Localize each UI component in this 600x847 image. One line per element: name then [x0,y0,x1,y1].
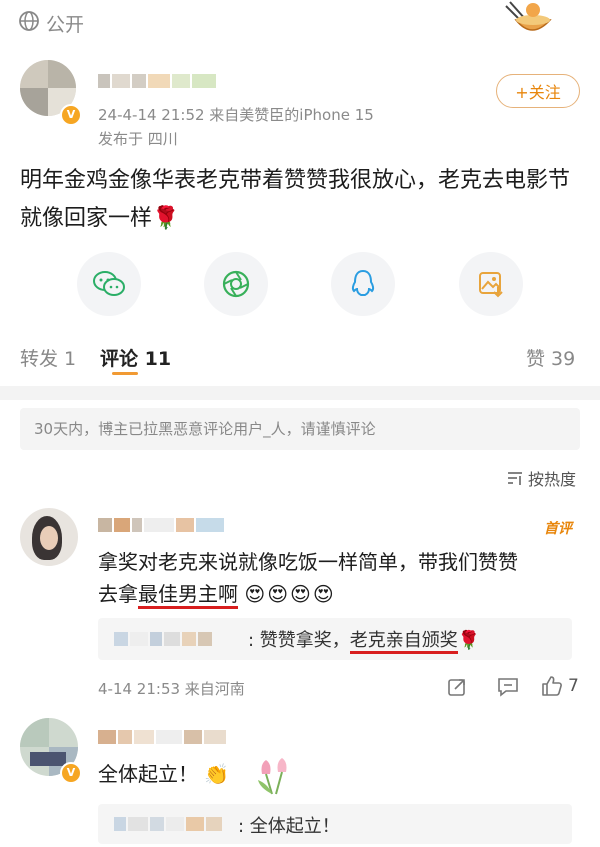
comment-1-text: 拿奖对老克来说就像吃饭一样简单，带我们赞赞 去拿最佳男主啊 😍😍😍😍 [98,546,588,610]
comment-1-line-2: 去拿最佳男主啊 😍😍😍😍 [98,578,588,610]
noodle-bowl-sticker [498,0,558,40]
tab-active-indicator [112,372,138,375]
comment-2-text-content: 全体起立！ [98,762,198,786]
verified-badge-icon: V [60,104,82,126]
reply-icon[interactable] [496,676,520,698]
comment-1-line-1: 拿奖对老克来说就像吃饭一样简单，带我们赞赞 [98,550,518,574]
reply-author-blurred [114,632,212,646]
like-count: 7 [568,676,579,696]
comment-2-reply-separator: : [238,816,250,837]
post-location: 发布于 四川 [98,130,178,148]
tulip-sticker [250,752,298,800]
sort-by-hot-button[interactable]: 按热度 [506,466,576,490]
thumbs-up-icon [542,676,562,696]
qq-icon[interactable] [331,252,395,316]
comment-1-line-2-prefix: 去拿 [98,582,138,606]
comment-notice-text: 30天内，博主已拉黑恶意评论用户_人，请谨慎评论 [34,420,376,438]
tab-repost-label: 转发 1 [20,348,77,370]
post-text: 明年金鸡金像华表老克带着赞赞我很放心，老克去电影节就像回家一样🌹 [20,162,586,238]
like-button[interactable]: 7 [540,674,579,698]
sort-label: 按热度 [528,470,577,489]
comment-2-text: 全体起立！ 👏 [98,758,229,790]
comment-2-reply-author-blurred [114,817,222,831]
globe-icon [19,11,39,31]
share-comment-icon[interactable] [446,676,468,698]
section-divider [0,386,600,400]
comment-1-author-blurred[interactable] [98,518,224,532]
post-meta: 24-4-14 21:52 来自美赞臣的iPhone 15 [98,106,374,124]
tab-comments-label: 评论 11 [100,348,172,370]
visibility-label[interactable]: 公开 [46,10,84,37]
comment-notice: 30天内，博主已拉黑恶意评论用户_人，请谨慎评论 [20,408,580,450]
comment-2-reply-text: : 全体起立！ [238,812,340,838]
comment-1-avatar[interactable] [20,508,78,566]
tab-likes[interactable]: 赞 39 [526,344,575,371]
save-image-icon[interactable] [459,252,523,316]
comment-1-meta: 4-14 21:53 来自河南 [98,680,245,698]
post-author-name-blurred[interactable] [98,74,216,88]
clap-emoji: 👏 [204,762,230,786]
comment-2-reply-content: 全体起立！ [249,816,340,837]
tab-comments[interactable]: 评论 11 [100,344,171,371]
reply-highlight: 老克亲自颁奖 [349,630,458,654]
tab-likes-label: 赞 39 [526,348,576,370]
comment-1-reply[interactable]: : 赞赞拿奖，老克亲自颁奖🌹 [98,618,572,660]
comment-2-author-blurred[interactable] [98,730,226,744]
comment-1-highlight: 最佳男主啊 [138,582,238,609]
reply-text-prefix: : 赞赞拿奖， [248,630,350,651]
moments-icon[interactable] [204,252,268,316]
share-row [0,250,600,320]
comment-2-reply[interactable]: : 全体起立！ [98,804,572,844]
follow-button-label: +关注 [515,83,561,102]
comment-2-verified-icon: V [60,762,82,784]
rose-emoji: 🌹 [152,206,180,231]
wechat-icon[interactable] [77,252,141,316]
comment-1-emojis: 😍😍😍😍 [244,582,336,606]
reply-rose-emoji: 🌹 [457,630,481,651]
sort-icon [508,472,522,485]
tab-repost[interactable]: 转发 1 [20,344,76,371]
follow-button[interactable]: +关注 [496,74,580,108]
post-text-content: 明年金鸡金像华表老克带着赞赞我很放心，老克去电影节就像回家一样 [20,168,571,231]
first-comment-badge: 首评 [544,521,572,537]
reply-text: : 赞赞拿奖，老克亲自颁奖🌹 [248,626,481,654]
top-bar: 公开 [0,0,600,44]
